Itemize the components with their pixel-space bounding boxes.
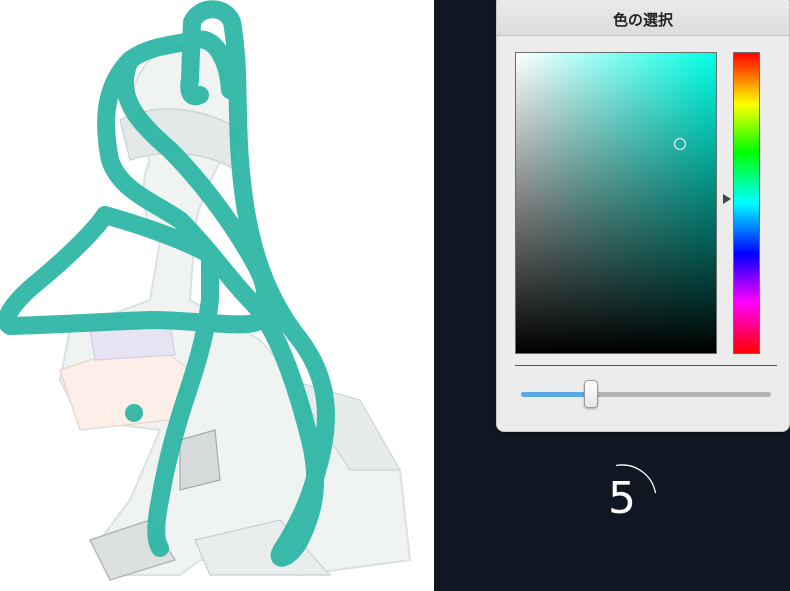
- drawing-layer: [0, 0, 412, 581]
- countdown-number: 5: [608, 473, 636, 524]
- brush-dot: [125, 404, 143, 422]
- hue-slider[interactable]: [733, 52, 760, 354]
- countdown-timer: 5: [590, 455, 670, 535]
- opacity-slider-fill: [521, 392, 591, 397]
- hue-indicator-arrow-icon: [723, 194, 731, 204]
- color-selection-handle[interactable]: [674, 138, 686, 150]
- picker-titlebar[interactable]: 色の選択: [497, 0, 789, 36]
- opacity-slider[interactable]: [521, 380, 771, 408]
- opacity-slider-thumb[interactable]: [584, 380, 598, 408]
- picker-title: 色の選択: [612, 11, 673, 29]
- drawing-canvas[interactable]: [0, 0, 434, 591]
- saturation-brightness-square[interactable]: [515, 52, 717, 354]
- picker-divider: [515, 365, 777, 366]
- color-picker-dialog: 色の選択: [496, 0, 790, 432]
